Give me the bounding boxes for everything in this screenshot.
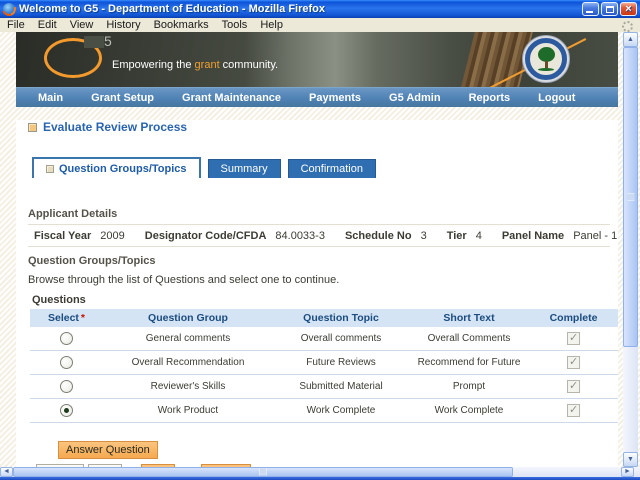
schedule-no-label: Schedule No [345, 230, 412, 242]
required-mark: * [81, 312, 85, 324]
page-title: Evaluate Review Process [43, 120, 187, 134]
g5-banner: 5 Empowering the grant community. [16, 32, 618, 87]
col-header-select: Select* [30, 312, 103, 324]
nav-grant-maintenance[interactable]: Grant Maintenance [182, 92, 281, 104]
panel-name-value: Panel - 1 [573, 230, 617, 242]
short-text-cell: Work Complete [409, 405, 529, 416]
tab-summary[interactable]: Summary [208, 159, 281, 178]
select-radio[interactable] [60, 356, 73, 369]
tier-value: 4 [476, 230, 482, 242]
scroll-left-arrow-icon[interactable]: ◄ [0, 467, 13, 477]
instruction-text: Browse through the list of Questions and… [28, 274, 610, 286]
nav-grant-setup[interactable]: Grant Setup [91, 92, 154, 104]
question-group-cell: Overall Recommendation [103, 357, 273, 368]
question-group-cell: General comments [103, 333, 273, 344]
complete-checkbox [567, 404, 580, 417]
scroll-right-arrow-icon[interactable]: ► [621, 467, 634, 477]
col-header-question-topic: Question Topic [273, 312, 409, 324]
col-header-question-group: Question Group [103, 312, 273, 324]
complete-checkbox [567, 356, 580, 369]
select-radio[interactable] [60, 380, 73, 393]
menu-view[interactable]: View [70, 19, 94, 31]
short-text-cell: Prompt [409, 381, 529, 392]
menu-bookmarks[interactable]: Bookmarks [154, 19, 209, 31]
menubar: File Edit View History Bookmarks Tools H… [0, 18, 640, 32]
tab-confirmation[interactable]: Confirmation [288, 159, 376, 178]
short-text-cell: Overall Comments [409, 333, 529, 344]
question-group-cell: Reviewer's Skills [103, 381, 273, 392]
close-button[interactable]: × [620, 2, 637, 16]
section-bullet-icon [28, 123, 37, 132]
banner-tagline: Empowering the grant community. [112, 59, 278, 71]
nav-logout[interactable]: Logout [538, 92, 575, 104]
nav-g5-admin[interactable]: G5 Admin [389, 92, 441, 104]
nav-reports[interactable]: Reports [469, 92, 511, 104]
scroll-down-arrow-icon[interactable]: ▼ [623, 452, 638, 467]
nav-main[interactable]: Main [38, 92, 63, 104]
department-of-education-seal-icon [522, 35, 570, 83]
menu-file[interactable]: File [7, 19, 25, 31]
question-groups-heading: Question Groups/Topics [28, 255, 610, 267]
applicant-details-row: Fiscal Year 2009 Designator Code/CFDA 84… [28, 224, 610, 247]
titlebar: Welcome to G5 - Department of Education … [0, 0, 640, 18]
schedule-no-value: 3 [421, 230, 427, 242]
g5-logo-number: 5 [104, 33, 112, 49]
col-header-complete: Complete [529, 312, 618, 324]
vertical-scrollbar-thumb[interactable] [623, 47, 638, 347]
tab-question-groups-topics[interactable]: Question Groups/Topics [32, 157, 201, 178]
select-radio[interactable] [60, 404, 73, 417]
tier-label: Tier [447, 230, 467, 242]
menu-edit[interactable]: Edit [38, 19, 57, 31]
designator-code-value: 84.0033-3 [275, 230, 325, 242]
page-viewport: 5 Empowering the grant community. Main G… [0, 32, 640, 467]
table-row: Work Product Work Complete Work Complete [30, 399, 618, 423]
fiscal-year-label: Fiscal Year [34, 230, 91, 242]
table-row: Overall Recommendation Future Reviews Re… [30, 351, 618, 375]
window-title: Welcome to G5 - Department of Education … [19, 3, 580, 15]
menu-help[interactable]: Help [260, 19, 283, 31]
question-topic-cell: Submitted Material [273, 381, 409, 392]
fiscal-year-value: 2009 [100, 230, 124, 242]
browser-window: Welcome to G5 - Department of Education … [0, 0, 640, 480]
questions-label: Questions [32, 294, 610, 306]
menu-history[interactable]: History [106, 19, 140, 31]
complete-checkbox [567, 332, 580, 345]
col-header-short-text: Short Text [409, 312, 529, 324]
table-row: General comments Overall comments Overal… [30, 327, 618, 351]
designator-code-label: Designator Code/CFDA [145, 230, 267, 242]
short-text-cell: Recommend for Future [409, 357, 529, 368]
horizontal-scrollbar[interactable]: ◄ ► [0, 467, 640, 477]
horizontal-scrollbar-thumb[interactable] [13, 467, 513, 477]
vertical-scrollbar[interactable]: ▲ ▼ [623, 32, 638, 467]
menu-tools[interactable]: Tools [222, 19, 248, 31]
tab-bullet-icon [46, 165, 54, 173]
questions-table: Select* Question Group Question Topic Sh… [30, 309, 618, 423]
tab-bar: Question Groups/Topics Summary Confirmat… [28, 157, 610, 178]
question-group-cell: Work Product [103, 405, 273, 416]
select-radio[interactable] [60, 332, 73, 345]
activity-throbber-icon [622, 21, 633, 32]
nav-payments[interactable]: Payments [309, 92, 361, 104]
answer-question-button[interactable]: Answer Question [58, 441, 158, 459]
panel-name-label: Panel Name [502, 230, 564, 242]
applicant-details-heading: Applicant Details [28, 208, 610, 220]
questions-table-header: Select* Question Group Question Topic Sh… [30, 309, 618, 327]
page-content: Evaluate Review Process Question Groups/… [16, 120, 618, 467]
main-navbar: Main Grant Setup Grant Maintenance Payme… [16, 87, 618, 107]
question-topic-cell: Overall comments [273, 333, 409, 344]
question-topic-cell: Future Reviews [273, 357, 409, 368]
table-row: Reviewer's Skills Submitted Material Pro… [30, 375, 618, 399]
question-topic-cell: Work Complete [273, 405, 409, 416]
firefox-icon [3, 3, 15, 15]
maximize-button[interactable] [601, 2, 618, 16]
complete-checkbox [567, 380, 580, 393]
minimize-button[interactable] [582, 2, 599, 16]
scroll-up-arrow-icon[interactable]: ▲ [623, 32, 638, 47]
